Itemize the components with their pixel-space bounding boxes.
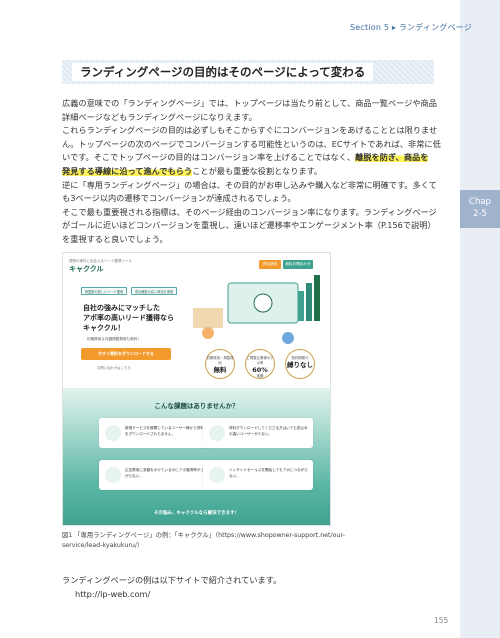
lp-doc-button: 資料請求 xyxy=(259,260,281,269)
section-label: Section 5 ▸ ランディングページ xyxy=(350,23,472,32)
lp-badge-contract-top: 契約期間の xyxy=(291,356,309,360)
figure-caption: 図1 「専用ランディングページ」の例：「キャククル」（https://www.s… xyxy=(62,532,345,549)
lp-tag-2: 成功確度の高い商談を実現 xyxy=(131,287,177,295)
lp-badge-contract: 契約期間の 縛りなし xyxy=(285,349,315,379)
lp-issue-card: 広告費用に多額をかけているのにアポ獲得率が上がらない。 xyxy=(99,460,209,490)
megaphone-icon xyxy=(105,467,121,483)
lp-badge-rate: ご掲載企業様のアポ率 60% 実績 xyxy=(245,349,275,379)
chapter-tab-line1: Chap xyxy=(469,197,491,207)
lp-hero: 理想の案件に出会えるリード獲得ツール キャククル 資料請求 無料お問合わせ 掲載… xyxy=(63,253,330,388)
paragraph-4: そこで最も重要視される指標は、そのページ経由のコンバージョン率になります。ランデ… xyxy=(62,206,437,244)
lp-issue-card: インサイドセールスを開始してもアポにつながらない。 xyxy=(203,460,313,490)
lp-issue-card: 新規サービスを展開しているユーザー様から資料をダウンロードされたません。 xyxy=(99,418,209,448)
paragraph-1: 広義の意味での「ランディングページ」では、トップページは当たり前として、商品一覧… xyxy=(62,98,437,122)
reference-text: ランディングページの例は以下サイトで紹介されています。 xyxy=(62,575,282,585)
chapter-tab-line2: 2-5 xyxy=(473,209,487,219)
lp-badge-rate-main: 60% xyxy=(252,366,268,374)
lp-cta-button: 今すぐ資料をダウンロードする xyxy=(81,348,171,360)
lp-badge-contract-main: 縛りなし xyxy=(287,361,313,369)
lp-headline-1: 自社の強みにマッチした xyxy=(83,304,160,312)
lp-logo-small: 理想の案件に出会えるリード獲得ツール xyxy=(69,259,132,263)
highlight-1: 離脱を防ぎ、商品を xyxy=(355,152,429,163)
lp-issue-text-3: 広告費用に多額をかけているのにアポ獲得率が上がらない。 xyxy=(125,468,205,478)
chapter-tab: Chap 2-5 xyxy=(460,190,500,228)
lp-headline: 自社の強みにマッチした アポ率の高いリード獲得なら キャククル！ xyxy=(83,303,174,333)
lp-issues-section: こんな課題はありませんか？ 新規サービスを展開しているユーザー様から資料をダウン… xyxy=(63,388,330,525)
highlight-2: 発見する導線に沿って進んでもらう xyxy=(62,165,193,176)
lp-issue-text-4: インサイドセールスを開始してもアポにつながらない。 xyxy=(229,468,308,478)
lp-tag-1: 掲載型の新しいリード獲得 xyxy=(81,287,127,295)
lp-logo-text: キャククル xyxy=(69,265,104,273)
clock-icon xyxy=(209,467,225,483)
lp-solve-text: その悩み、キャククルなら解決できます！ xyxy=(153,511,240,516)
lp-badge-rate-bottom: 実績 xyxy=(256,374,264,378)
paragraph-2-b: ことが最も重要な役割となります。 xyxy=(192,165,323,176)
figure-landing-page: 理想の案件に出会えるリード獲得ツール キャククル 資料請求 無料お問合わせ 掲載… xyxy=(62,252,331,526)
lp-contact-button: 無料お問合わせ xyxy=(283,260,313,269)
lp-headline-3: キャククル！ xyxy=(83,324,125,332)
lp-issue-text-1: 新規サービスを展開しているユーザー様から資料をダウンロードされたません。 xyxy=(125,426,204,436)
heading-band: ランディングページの目的はそのページによって変わる xyxy=(62,60,434,84)
lp-badge-free-main: 無料 xyxy=(213,366,227,374)
bar-chart-icon xyxy=(209,425,225,441)
lp-hero-illustration xyxy=(193,275,320,344)
lp-logo: 理想の案件に出会えるリード獲得ツール キャククル xyxy=(69,259,132,274)
lp-note: お問い合わせはこちら xyxy=(97,366,131,370)
lp-badge-rate-top: ご掲載企業様のアポ率 xyxy=(246,356,274,365)
body-text: 広義の意味での「ランディングページ」では、トップページは当たり前として、商品一覧… xyxy=(62,97,442,247)
reference-url[interactable]: http://lp-web.com/ xyxy=(75,589,150,599)
lp-subtext: 初期費用＆月額掲載費用も無料！ xyxy=(87,337,141,341)
lp-issue-card: 資料ダウンロードしてくださる方はいても見込みの高いユーザーが少ない。 xyxy=(203,418,313,448)
lp-headline-2: アポ率の高いリード獲得なら xyxy=(83,314,174,322)
side-strip xyxy=(460,0,500,638)
lp-badge-free: 初期費用・掲載費用 無料 xyxy=(205,349,235,379)
lp-issue-text-2: 資料ダウンロードしてくださる方はいても見込みの高いユーザーが少ない。 xyxy=(229,426,308,436)
section-heading: ランディングページの目的はそのページによって変わる xyxy=(72,63,374,81)
paragraph-3: 逆に「専用ランディングページ」の場合は、その目的がお申し込みや購入など非常に明確… xyxy=(62,179,437,204)
lightbulb-icon xyxy=(105,425,121,441)
lp-issues-title: こんな課題はありませんか？ xyxy=(154,402,239,410)
paragraph-2: これらランディングページの目的は必ずしもそこからすぐにコンバージョンをあげること… xyxy=(62,124,442,178)
lp-badge-free-top: 初期費用・掲載費用 xyxy=(206,356,234,365)
page-number: 155 xyxy=(434,616,449,625)
